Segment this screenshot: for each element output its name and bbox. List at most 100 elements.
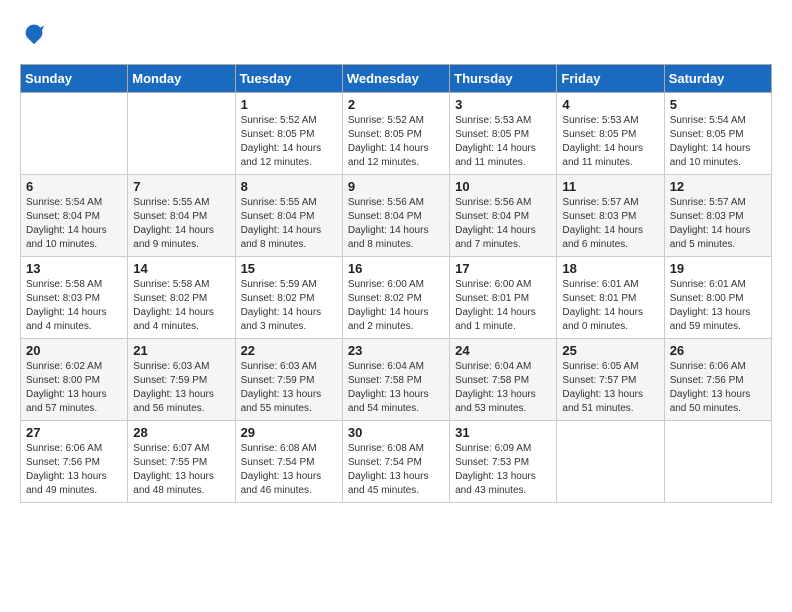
day-number: 2 [348,97,444,112]
calendar-cell: 23Sunrise: 6:04 AM Sunset: 7:58 PM Dayli… [342,339,449,421]
weekday-header-wednesday: Wednesday [342,65,449,93]
calendar-cell: 1 Sunrise: 5:52 AM Sunset: 8:05 PM Daylig… [235,93,342,175]
day-number: 3 [455,97,551,112]
calendar-cell: 14 Sunrise: 5:58 AM Sunset: 8:02 PM Dayli… [128,257,235,339]
day-number: 20 [26,343,122,358]
day-info: Sunrise: 5:54 AM Sunset: 8:05 PM Dayligh… [670,114,766,170]
calendar-cell: 29 Sunrise: 6:08 AM Sunset: 7:54 PM Dayli… [235,421,342,503]
day-info: Sunrise: 5:54 AM Sunset: 8:04 PM Dayligh… [26,196,122,252]
day-info: Sunrise: 6:03 AM Sunset: 7:59 PM Dayligh… [133,360,229,416]
day-info: Sunrise: 6:03 AM Sunset: 7:59 PM Dayligh… [241,360,337,416]
day-info: Sunrise: 6:04 AM Sunset: 7:58 PM Dayligh… [455,360,551,416]
calendar-cell: 3 Sunrise: 5:53 AM Sunset: 8:05 PM Daylig… [450,93,557,175]
calendar-week-5: 27 Sunrise: 6:06 AM Sunset: 7:56 PM Dayli… [21,421,772,503]
day-info: Sunrise: 6:01 AM Sunset: 8:00 PM Dayligh… [670,278,766,334]
day-number: 27 [26,425,122,440]
day-info: Sunrise: 5:56 AM Sunset: 8:04 PM Dayligh… [455,196,551,252]
day-info: Sunrise: 6:04 AM Sunset: 7:58 PM Dayligh… [348,360,444,416]
calendar-cell: 21 Sunrise: 6:03 AM Sunset: 7:59 PM Dayli… [128,339,235,421]
calendar-cell: 18 Sunrise: 6:01 AM Sunset: 8:01 PM Dayli… [557,257,664,339]
weekday-header-tuesday: Tuesday [235,65,342,93]
calendar-cell: 10 Sunrise: 5:56 AM Sunset: 8:04 PM Dayli… [450,175,557,257]
day-number: 8 [241,179,337,194]
day-number: 24 [455,343,551,358]
day-number: 19 [670,261,766,276]
weekday-header-thursday: Thursday [450,65,557,93]
day-info: Sunrise: 6:00 AM Sunset: 8:02 PM Dayligh… [348,278,444,334]
day-number: 12 [670,179,766,194]
weekday-header-saturday: Saturday [664,65,771,93]
day-info: Sunrise: 5:55 AM Sunset: 8:04 PM Dayligh… [133,196,229,252]
calendar-cell [557,421,664,503]
day-info: Sunrise: 6:08 AM Sunset: 7:54 PM Dayligh… [348,442,444,498]
weekday-header-sunday: Sunday [21,65,128,93]
day-number: 18 [562,261,658,276]
calendar-cell: 7 Sunrise: 5:55 AM Sunset: 8:04 PM Daylig… [128,175,235,257]
day-number: 30 [348,425,444,440]
day-info: Sunrise: 5:57 AM Sunset: 8:03 PM Dayligh… [562,196,658,252]
weekday-header-monday: Monday [128,65,235,93]
day-number: 10 [455,179,551,194]
calendar-cell: 8 Sunrise: 5:55 AM Sunset: 8:04 PM Daylig… [235,175,342,257]
calendar-cell: 22 Sunrise: 6:03 AM Sunset: 7:59 PM Dayli… [235,339,342,421]
calendar-cell: 17 Sunrise: 6:00 AM Sunset: 8:01 PM Dayli… [450,257,557,339]
day-info: Sunrise: 6:00 AM Sunset: 8:01 PM Dayligh… [455,278,551,334]
day-info: Sunrise: 5:52 AM Sunset: 8:05 PM Dayligh… [241,114,337,170]
day-number: 5 [670,97,766,112]
day-info: Sunrise: 5:58 AM Sunset: 8:03 PM Dayligh… [26,278,122,334]
weekday-header-row: SundayMondayTuesdayWednesdayThursdayFrid… [21,65,772,93]
day-info: Sunrise: 5:53 AM Sunset: 8:05 PM Dayligh… [562,114,658,170]
day-number: 31 [455,425,551,440]
calendar-cell: 6 Sunrise: 5:54 AM Sunset: 8:04 PM Daylig… [21,175,128,257]
day-info: Sunrise: 6:02 AM Sunset: 8:00 PM Dayligh… [26,360,122,416]
calendar-cell: 15 Sunrise: 5:59 AM Sunset: 8:02 PM Dayli… [235,257,342,339]
day-number: 22 [241,343,337,358]
day-info: Sunrise: 6:09 AM Sunset: 7:53 PM Dayligh… [455,442,551,498]
day-number: 13 [26,261,122,276]
day-info: Sunrise: 6:01 AM Sunset: 8:01 PM Dayligh… [562,278,658,334]
calendar-cell [128,93,235,175]
calendar-cell: 30 Sunrise: 6:08 AM Sunset: 7:54 PM Dayli… [342,421,449,503]
day-number: 21 [133,343,229,358]
day-number: 15 [241,261,337,276]
calendar-cell: 24 Sunrise: 6:04 AM Sunset: 7:58 PM Dayli… [450,339,557,421]
day-number: 14 [133,261,229,276]
calendar-week-3: 13 Sunrise: 5:58 AM Sunset: 8:03 PM Dayli… [21,257,772,339]
day-number: 17 [455,261,551,276]
day-info: Sunrise: 5:56 AM Sunset: 8:04 PM Dayligh… [348,196,444,252]
calendar-cell: 20 Sunrise: 6:02 AM Sunset: 8:00 PM Dayli… [21,339,128,421]
day-info: Sunrise: 6:08 AM Sunset: 7:54 PM Dayligh… [241,442,337,498]
calendar-cell: 11 Sunrise: 5:57 AM Sunset: 8:03 PM Dayli… [557,175,664,257]
day-number: 11 [562,179,658,194]
logo [20,20,52,48]
day-number: 26 [670,343,766,358]
calendar-cell: 5 Sunrise: 5:54 AM Sunset: 8:05 PM Daylig… [664,93,771,175]
day-info: Sunrise: 5:55 AM Sunset: 8:04 PM Dayligh… [241,196,337,252]
page-header [20,20,772,48]
calendar-cell: 26 Sunrise: 6:06 AM Sunset: 7:56 PM Dayli… [664,339,771,421]
day-info: Sunrise: 5:53 AM Sunset: 8:05 PM Dayligh… [455,114,551,170]
calendar-cell: 2Sunrise: 5:52 AM Sunset: 8:05 PM Daylig… [342,93,449,175]
day-info: Sunrise: 5:59 AM Sunset: 8:02 PM Dayligh… [241,278,337,334]
calendar-cell: 31 Sunrise: 6:09 AM Sunset: 7:53 PM Dayli… [450,421,557,503]
day-number: 7 [133,179,229,194]
day-info: Sunrise: 5:58 AM Sunset: 8:02 PM Dayligh… [133,278,229,334]
calendar-week-4: 20 Sunrise: 6:02 AM Sunset: 8:00 PM Dayli… [21,339,772,421]
weekday-header-friday: Friday [557,65,664,93]
calendar-cell: 16 Sunrise: 6:00 AM Sunset: 8:02 PM Dayli… [342,257,449,339]
day-number: 1 [241,97,337,112]
day-number: 16 [348,261,444,276]
calendar-cell: 12Sunrise: 5:57 AM Sunset: 8:03 PM Dayli… [664,175,771,257]
calendar-cell [21,93,128,175]
day-number: 6 [26,179,122,194]
day-number: 29 [241,425,337,440]
calendar-cell: 4Sunrise: 5:53 AM Sunset: 8:05 PM Daylig… [557,93,664,175]
calendar-cell: 25Sunrise: 6:05 AM Sunset: 7:57 PM Dayli… [557,339,664,421]
calendar-cell: 28Sunrise: 6:07 AM Sunset: 7:55 PM Dayli… [128,421,235,503]
day-info: Sunrise: 6:06 AM Sunset: 7:56 PM Dayligh… [26,442,122,498]
day-info: Sunrise: 6:06 AM Sunset: 7:56 PM Dayligh… [670,360,766,416]
calendar-cell: 19 Sunrise: 6:01 AM Sunset: 8:00 PM Dayli… [664,257,771,339]
day-number: 25 [562,343,658,358]
day-number: 28 [133,425,229,440]
calendar-cell: 27 Sunrise: 6:06 AM Sunset: 7:56 PM Dayli… [21,421,128,503]
